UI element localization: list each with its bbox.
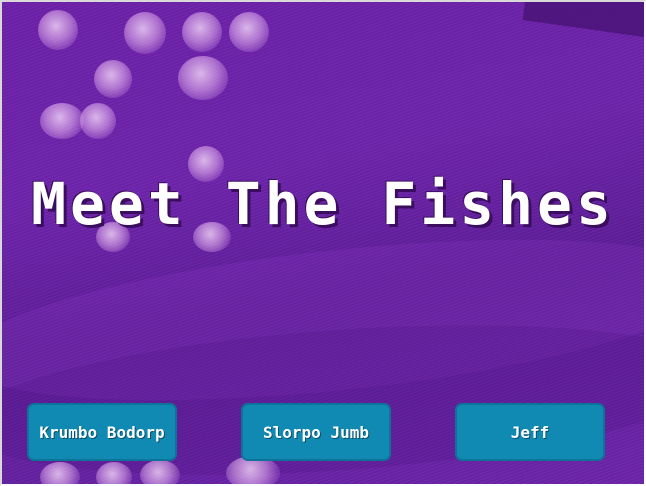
game-screen: Meet The Fishes Krumbo Bodorp Slorpo Jum… bbox=[0, 0, 646, 486]
fish-button-krumbo-bodorp[interactable]: Krumbo Bodorp bbox=[27, 403, 177, 461]
bubble bbox=[182, 12, 222, 52]
bubble bbox=[96, 462, 132, 486]
fish-button-slorpo-jumb[interactable]: Slorpo Jumb bbox=[241, 403, 391, 461]
bubble bbox=[178, 56, 228, 100]
fish-button-jeff[interactable]: Jeff bbox=[455, 403, 605, 461]
bubble bbox=[229, 12, 269, 52]
page-title: Meet The Fishes bbox=[31, 170, 615, 238]
bubble bbox=[38, 10, 78, 50]
bubble bbox=[124, 12, 166, 54]
corner-shade bbox=[522, 0, 646, 40]
bubble bbox=[140, 460, 180, 486]
bubble bbox=[40, 103, 84, 139]
bubble bbox=[40, 462, 80, 486]
bubble bbox=[94, 60, 132, 98]
bubble bbox=[80, 103, 116, 139]
